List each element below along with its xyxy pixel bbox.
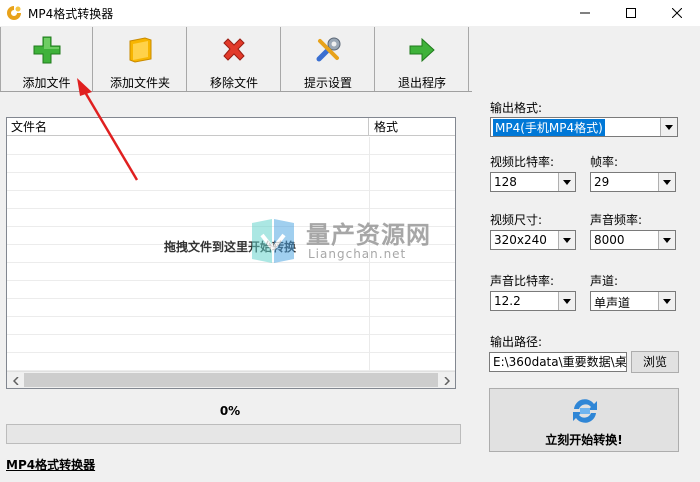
video-bitrate-select[interactable]: 128 [490,172,576,192]
add-file-button[interactable]: 添加文件 [0,27,93,91]
title-bar: MP4格式转换器 [0,0,700,26]
start-convert-button[interactable]: 立刻开始转换! [489,388,679,452]
sample-rate-label: 声音频率: [590,213,643,227]
video-bitrate-label: 视频比特率: [490,155,555,169]
convert-icon [570,397,600,425]
add-folder-button[interactable]: 添加文件夹 [94,27,187,91]
tools-icon [313,35,343,65]
settings-label: 提示设置 [303,76,352,90]
close-icon [672,8,682,18]
toolbar: 添加文件 添加文件夹 移除文件 提示设置 退出程序 [0,26,472,92]
output-path-input[interactable]: E:\360data\重要数据\桌 [489,352,627,372]
progress-bar [6,424,461,444]
frame-rate-label: 帧率: [590,155,619,169]
column-format[interactable]: 格式 [370,118,456,136]
audio-bitrate-select[interactable]: 12.2 [490,291,576,311]
progress-percent: 0% [219,404,241,418]
scrollbar-thumb[interactable] [24,373,438,387]
exit-button[interactable]: 退出程序 [376,27,469,91]
chevron-down-icon[interactable] [558,173,575,191]
scroll-left-icon[interactable] [7,372,24,389]
sample-rate-value: 8000 [594,233,625,247]
minimize-button[interactable] [562,0,608,26]
exit-label: 退出程序 [397,76,446,90]
output-format-select[interactable]: MP4(手机MP4格式) [490,117,678,137]
watermark-subtitle: Liangchan.net [308,247,407,261]
remove-file-label: 移除文件 [209,76,258,90]
folder-icon [125,35,155,65]
footer-app-link[interactable]: MP4格式转换器 [6,456,95,473]
video-bitrate-value: 128 [494,175,517,189]
frame-rate-value: 29 [594,175,610,189]
start-convert-label: 立刻开始转换! [545,433,623,447]
sample-rate-select[interactable]: 8000 [590,230,676,250]
chevron-down-icon[interactable] [558,231,575,249]
chevron-down-icon[interactable] [658,292,675,310]
video-size-value: 320x240 [494,233,547,247]
chevron-down-icon[interactable] [558,292,575,310]
settings-button[interactable]: 提示设置 [282,27,375,91]
plus-icon [32,35,62,65]
output-format-value: MP4(手机MP4格式) [493,119,605,136]
channel-label: 声道: [590,274,619,288]
output-format-label: 输出格式: [490,101,543,115]
output-path-label: 输出路径: [490,335,543,349]
video-size-label: 视频尺寸: [490,213,543,227]
arrow-right-icon [407,35,437,65]
audio-bitrate-value: 12.2 [494,294,521,308]
horizontal-scrollbar[interactable] [7,371,455,388]
scroll-right-icon[interactable] [438,372,455,389]
audio-bitrate-label: 声音比特率: [490,274,555,288]
window-title: MP4格式转换器 [28,7,114,21]
frame-rate-select[interactable]: 29 [590,172,676,192]
chevron-down-icon[interactable] [660,118,677,136]
minimize-icon [580,12,590,14]
chevron-down-icon[interactable] [658,231,675,249]
maximize-button[interactable] [608,0,654,26]
watermark-logo-icon [250,217,296,267]
app-icon [6,5,22,21]
maximize-icon [626,8,636,18]
video-size-select[interactable]: 320x240 [490,230,576,250]
remove-file-button[interactable]: 移除文件 [188,27,281,91]
chevron-down-icon[interactable] [658,173,675,191]
watermark: 量产资源网 Liangchan.net [250,215,460,275]
x-icon [219,35,249,65]
file-list-header: 文件名 格式 [7,118,455,136]
add-folder-label: 添加文件夹 [109,76,170,90]
channel-select[interactable]: 单声道 [590,291,676,311]
watermark-title: 量产资源网 [306,221,431,249]
channel-value: 单声道 [594,296,631,310]
close-button[interactable] [654,0,700,26]
column-filename[interactable]: 文件名 [7,118,369,136]
add-file-label: 添加文件 [22,76,71,90]
browse-button[interactable]: 浏览 [631,351,679,373]
